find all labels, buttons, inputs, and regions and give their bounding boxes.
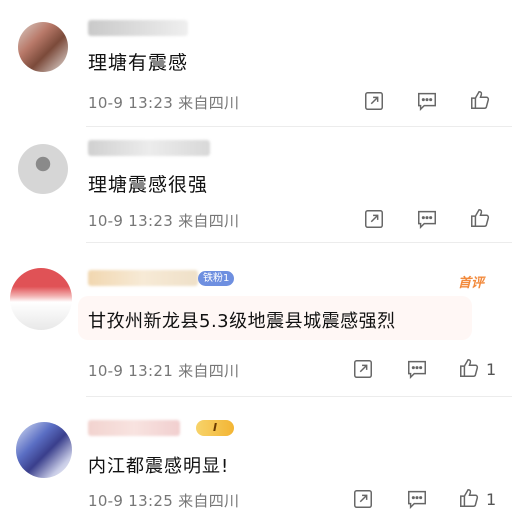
share-icon[interactable]	[350, 486, 376, 512]
comment-text: 甘孜州新龙县5.3级地震县城震感强烈	[88, 311, 396, 332]
username[interactable]	[88, 140, 210, 156]
comment-item: 铁粉1 首评 甘孜州新龙县5.3级地震县城震感强烈 10-9 13:21 来自四…	[0, 244, 512, 394]
level-badge: I	[196, 420, 234, 436]
comment-text: 理塘有震感	[88, 52, 189, 74]
comment-text: 内江都震感明显!	[88, 456, 230, 477]
like-count: 1	[486, 490, 497, 509]
like-count: 1	[486, 360, 497, 379]
username[interactable]	[88, 270, 198, 286]
comment-item: 理塘有震感 10-9 13:23 来自四川	[0, 0, 512, 128]
avatar[interactable]	[18, 144, 68, 194]
comment-icon[interactable]	[414, 88, 440, 114]
username[interactable]	[88, 20, 188, 36]
comment-meta: 10-9 13:23 来自四川	[88, 94, 240, 112]
fan-badge: 铁粉1	[198, 271, 235, 286]
thumbs-up-icon[interactable]	[456, 485, 482, 511]
first-comment-badge: 首评	[458, 276, 485, 291]
share-icon[interactable]	[361, 88, 387, 114]
avatar[interactable]	[18, 22, 68, 72]
share-icon[interactable]	[350, 356, 376, 382]
username[interactable]	[88, 420, 180, 436]
comment-icon[interactable]	[404, 486, 430, 512]
avatar[interactable]	[16, 422, 72, 478]
thumbs-up-icon[interactable]	[467, 87, 493, 113]
comment-item: 理塘震感很强 10-9 13:23 来自四川	[0, 128, 512, 240]
share-icon[interactable]	[361, 206, 387, 232]
comment-meta: 10-9 13:25 来自四川	[88, 492, 240, 510]
comment-meta: 10-9 13:23 来自四川	[88, 212, 240, 230]
comment-text: 理塘震感很强	[88, 174, 209, 196]
divider	[86, 396, 512, 397]
thumbs-up-icon[interactable]	[467, 205, 493, 231]
thumbs-up-icon[interactable]	[456, 355, 482, 381]
divider	[86, 242, 512, 243]
divider	[86, 126, 512, 127]
comment-item: I 内江都震感明显! 10-9 13:25 来自四川 1	[0, 398, 512, 521]
comment-meta: 10-9 13:21 来自四川	[88, 362, 240, 380]
comment-icon[interactable]	[404, 356, 430, 382]
comment-icon[interactable]	[414, 206, 440, 232]
avatar[interactable]	[10, 268, 72, 330]
